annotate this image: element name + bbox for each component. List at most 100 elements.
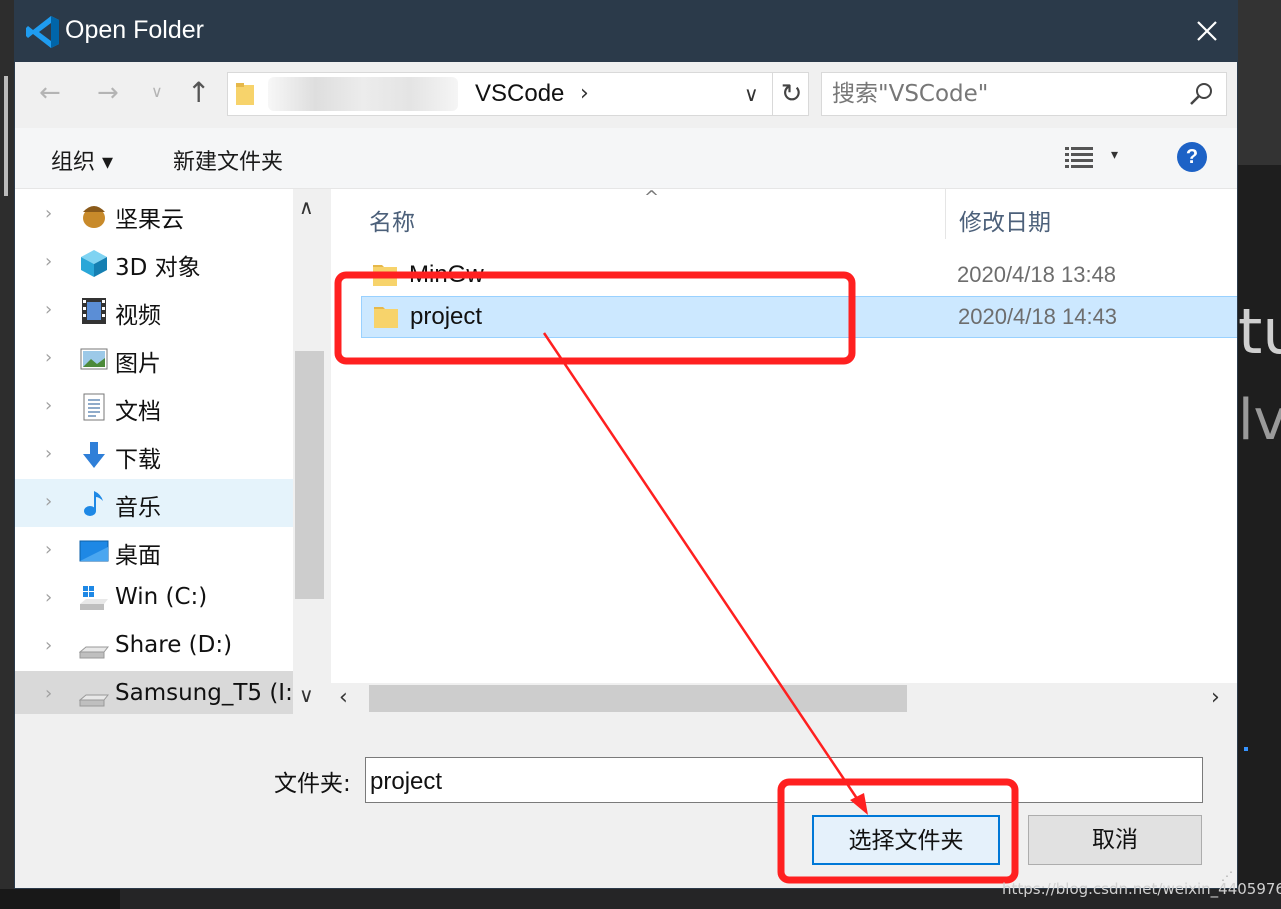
- toolbar: 组织 ▾ 新建文件夹 ▾ ?: [15, 128, 1237, 189]
- background-dark-block: [0, 889, 120, 909]
- search-input[interactable]: [832, 79, 1172, 109]
- tree-label: 桌面: [115, 543, 161, 569]
- background-editor-right: tu lv: [1238, 0, 1281, 909]
- scroll-right-icon[interactable]: ›: [1211, 685, 1220, 710]
- expand-chevron-icon[interactable]: ›: [45, 251, 52, 272]
- background-stripe: [4, 76, 8, 196]
- breadcrumb-vscode[interactable]: VSCode: [475, 80, 564, 108]
- expand-chevron-icon[interactable]: ›: [45, 587, 52, 608]
- tree-label: 文档: [115, 399, 161, 425]
- tree-item-documents[interactable]: › 文档: [15, 383, 293, 431]
- tree-item-pictures[interactable]: › 图片: [15, 335, 293, 383]
- column-header-name[interactable]: 名称: [369, 203, 415, 237]
- file-row-selected[interactable]: project 2020/4/18 14:43: [361, 296, 1237, 338]
- folder-label: 文件夹:: [274, 771, 351, 797]
- expand-chevron-icon[interactable]: ›: [45, 539, 52, 560]
- expand-chevron-icon[interactable]: ›: [45, 491, 52, 512]
- file-row[interactable]: MinGw 2020/4/18 13:48: [361, 255, 1237, 297]
- navigation-row: ← → ∨ ↑ VSCode › ∨ ↻: [15, 62, 1237, 128]
- document-icon: [83, 393, 105, 421]
- address-dropdown-icon[interactable]: ∨: [744, 82, 759, 106]
- forward-arrow-icon[interactable]: →: [97, 78, 119, 108]
- background-topbar: [1238, 0, 1281, 165]
- tree-item-videos[interactable]: › 视频: [15, 287, 293, 335]
- tree-scrollbar[interactable]: ∧ ∨: [293, 189, 326, 714]
- back-arrow-icon[interactable]: ←: [39, 78, 61, 108]
- breadcrumb-chevron-icon[interactable]: ›: [580, 81, 589, 106]
- tree-label: 音乐: [115, 495, 161, 521]
- column-header-date[interactable]: 修改日期: [959, 203, 1051, 237]
- tree-item-desktop[interactable]: › 桌面: [15, 527, 293, 575]
- expand-chevron-icon[interactable]: ›: [45, 347, 52, 368]
- column-divider[interactable]: [945, 189, 946, 239]
- expand-chevron-icon[interactable]: ›: [45, 683, 52, 704]
- refresh-icon[interactable]: ↻: [772, 73, 810, 115]
- file-name: project: [410, 303, 483, 330]
- expand-chevron-icon[interactable]: ›: [45, 395, 52, 416]
- download-icon: [83, 442, 105, 468]
- select-folder-button[interactable]: 选择文件夹: [812, 815, 1000, 865]
- scroll-left-icon[interactable]: ‹: [339, 685, 348, 710]
- expand-chevron-icon[interactable]: ›: [45, 299, 52, 320]
- recent-locations-chevron-icon[interactable]: ∨: [151, 82, 163, 101]
- tree-label: Samsung_T5 (I:): [115, 680, 302, 706]
- scroll-up-icon[interactable]: ∧: [299, 195, 314, 219]
- address-bar[interactable]: VSCode › ∨ ↻: [227, 72, 809, 116]
- file-date: 2020/4/18 13:48: [957, 262, 1117, 287]
- file-list-pane: ^ 名称 修改日期 MinGw 2020/4/18 13:48 project …: [331, 189, 1237, 714]
- view-dropdown-icon[interactable]: ▾: [1111, 147, 1118, 163]
- scroll-down-icon[interactable]: ∨: [299, 683, 314, 707]
- vscode-icon: [26, 16, 59, 48]
- file-name: MinGw: [409, 261, 484, 288]
- expand-chevron-icon[interactable]: ›: [45, 635, 52, 656]
- folder-icon: [374, 307, 398, 328]
- horizontal-scrollbar[interactable]: ‹ ›: [331, 683, 1237, 714]
- organize-button[interactable]: 组织 ▾: [51, 144, 113, 176]
- tree-item-3d-objects[interactable]: › 3D 对象: [15, 239, 293, 287]
- windows-drive-icon: [80, 586, 108, 610]
- tree-label: 3D 对象: [115, 255, 201, 281]
- tree-label: Share (D:): [115, 632, 233, 658]
- tree-label: Win (C:): [115, 584, 208, 610]
- tree-item-drive-i[interactable]: › Samsung_T5 (I:): [15, 671, 302, 714]
- tree-item-drive-c[interactable]: › Win (C:): [15, 575, 293, 623]
- nutstore-icon: [83, 206, 105, 228]
- drive-icon: [79, 694, 109, 707]
- view-options-icon[interactable]: [1065, 146, 1095, 170]
- up-arrow-icon[interactable]: ↑: [187, 76, 210, 109]
- tree-item-drive-d[interactable]: › Share (D:): [15, 623, 293, 671]
- sort-indicator-icon: ^: [644, 189, 660, 208]
- new-folder-button[interactable]: 新建文件夹: [173, 144, 283, 176]
- background-text-1: tu: [1238, 295, 1281, 368]
- scrollbar-thumb[interactable]: [369, 685, 907, 712]
- desktop-icon: [79, 540, 109, 562]
- drive-icon: [79, 646, 109, 659]
- watermark: https://blog.csdn.net/weixin_44059765: [1002, 880, 1281, 898]
- file-date: 2020/4/18 14:43: [958, 304, 1118, 329]
- search-box[interactable]: [821, 72, 1227, 116]
- tree-item-downloads[interactable]: › 下载: [15, 431, 293, 479]
- dialog-titlebar: Open Folder: [15, 1, 1237, 62]
- scrollbar-thumb[interactable]: [295, 351, 324, 599]
- tree-item-nutstore[interactable]: › 坚果云: [15, 191, 293, 239]
- tree-label: 视频: [115, 303, 161, 329]
- folder-icon: [373, 265, 397, 286]
- folder-icon: [236, 83, 254, 105]
- close-icon[interactable]: [1191, 15, 1223, 47]
- background-text-2: lv: [1238, 388, 1281, 453]
- tree-item-music[interactable]: › 音乐: [15, 479, 293, 527]
- cancel-button[interactable]: 取消: [1028, 815, 1202, 865]
- expand-chevron-icon[interactable]: ›: [45, 203, 52, 224]
- folder-name-input[interactable]: [365, 757, 1203, 803]
- background-dot: [1244, 747, 1248, 751]
- 3d-objects-icon: [81, 250, 107, 277]
- tree-label: 下载: [115, 447, 161, 473]
- picture-icon: [80, 348, 108, 370]
- dialog-title: Open Folder: [65, 16, 204, 44]
- help-icon[interactable]: ?: [1177, 142, 1207, 172]
- search-icon[interactable]: [1188, 81, 1214, 107]
- background-editor-left: [0, 0, 14, 909]
- open-folder-dialog: Open Folder ← → ∨ ↑ VSCode › ∨ ↻ 搜索"VSCo…: [14, 0, 1238, 889]
- expand-chevron-icon[interactable]: ›: [45, 443, 52, 464]
- video-icon: [82, 298, 106, 324]
